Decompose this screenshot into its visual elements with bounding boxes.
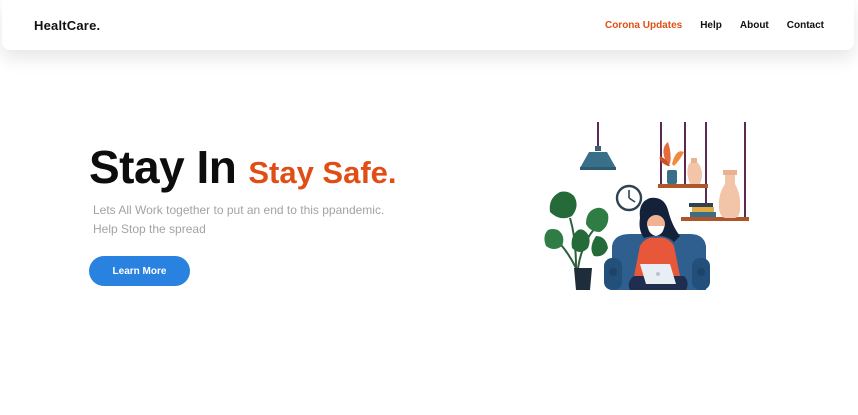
pendant-lamp-icon xyxy=(580,122,616,170)
top-navbar: HealtCare. Corona Updates Help About Con… xyxy=(2,0,854,50)
nav-link-corona-updates[interactable]: Corona Updates xyxy=(605,20,682,31)
hero-subtitle-line-1: Lets All Work together to put an end to … xyxy=(93,203,385,217)
brand-logo[interactable]: HealtCare. xyxy=(34,18,100,33)
hero-illustration xyxy=(544,122,749,290)
nav-link-contact[interactable]: Contact xyxy=(787,20,824,31)
learn-more-button[interactable]: Learn More xyxy=(89,256,190,286)
nav-link-help[interactable]: Help xyxy=(700,20,722,31)
hero-title-main: Stay In xyxy=(89,141,237,193)
hero-subtitle: Lets All Work together to put an end to … xyxy=(93,201,384,239)
potted-flower-icon xyxy=(659,142,684,184)
hero-title-accent: Stay Safe. xyxy=(248,155,397,190)
wall-clock-icon xyxy=(615,184,643,212)
nav-links: Corona Updates Help About Contact xyxy=(605,20,824,31)
hero-title: Stay In Stay Safe. xyxy=(89,140,397,194)
monstera-plant-icon xyxy=(544,191,609,290)
book-stack-icon xyxy=(689,203,716,217)
hero-subtitle-line-2: Help Stop the spread xyxy=(93,222,206,236)
nav-link-about[interactable]: About xyxy=(740,20,769,31)
